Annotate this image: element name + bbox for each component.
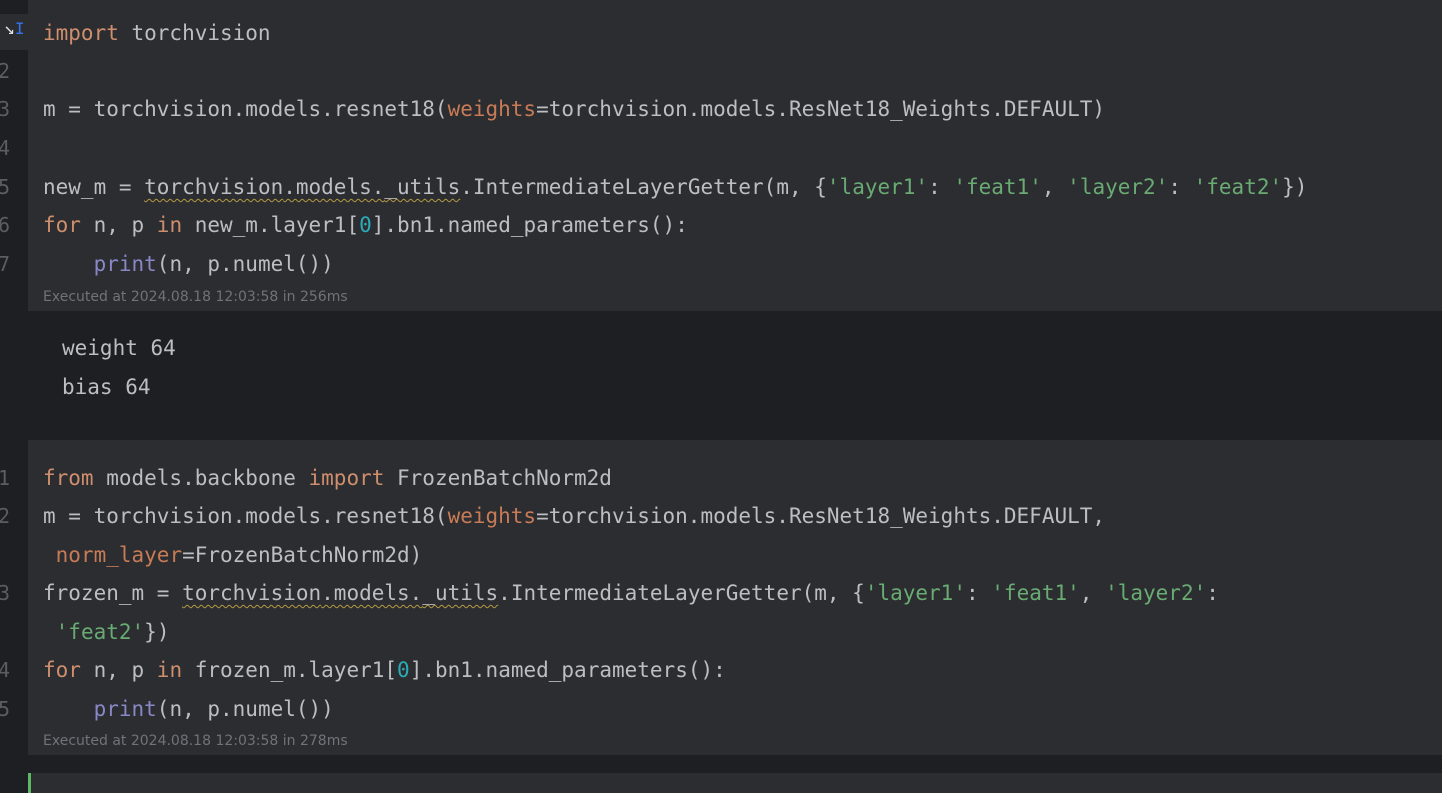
warning-text: .models. [283,175,385,199]
param-name: norm_layer [55,543,183,567]
execution-info: Executed at 2024.08.18 12:03:58 in 278ms [43,733,348,749]
cell-output-1 [28,311,1442,440]
code-text: , [1079,581,1106,605]
code-text: (n, p.numel()) [156,697,334,721]
code-text: }) [144,620,170,644]
code-text: }) [1282,175,1308,199]
active-cell-indicator [28,773,31,793]
code-line[interactable]: import torchvision [43,14,271,52]
string-literal: 'layer1' [864,581,966,605]
code-text: : [1168,175,1194,199]
keyword: for [43,658,81,682]
keyword: in [156,213,183,237]
code-text: m = torchvision.models.resnet18( [43,97,448,121]
string-literal: 'feat2' [55,620,145,644]
code-text: models.backbone [93,466,309,490]
code-text: =FrozenBatchNorm2d) [182,543,423,567]
code-line-wrapped[interactable]: norm_layer=FrozenBatchNorm2d) [43,536,423,574]
code-line[interactable]: for n, p in new_m.layer1[0].bn1.named_pa… [43,206,688,244]
code-text: : [928,175,954,199]
code-text: new_m.layer1[ [182,213,360,237]
keyword: from [43,466,94,490]
string-literal: 'layer1' [826,175,929,199]
code-text: torchvision [118,21,271,45]
code-text: FrozenBatchNorm2d [384,466,612,490]
code-text: .IntermediateLayerGetter(m, { [460,175,827,199]
code-line[interactable]: m = torchvision.models.resnet18(weights=… [43,497,1105,535]
code-line[interactable]: from models.backbone import FrozenBatchN… [43,459,612,497]
code-line[interactable]: m = torchvision.models.resnet18(weights=… [43,90,1105,128]
line-number: 2 [0,59,11,83]
line-number: 7 [0,252,11,276]
code-cell-3[interactable] [28,773,1442,793]
string-literal: 'feat2' [1193,175,1283,199]
code-text: (n, p.numel()) [156,252,334,276]
output-line: weight 64 [62,336,176,360]
code-text: n, p [80,213,157,237]
code-text: =torchvision.models.ResNet18_Weights.DEF… [536,97,1106,121]
code-text: new_m = [43,175,145,199]
code-text: , [1041,175,1068,199]
line-number: 2 [0,504,11,528]
code-line[interactable]: frozen_m = torchvision.models._utils.Int… [43,574,1219,612]
execution-info: Executed at 2024.08.18 12:03:58 in 256ms [43,289,348,305]
output-line: bias 64 [62,375,151,399]
param-name: weights [447,97,537,121]
param-name: weights [447,504,537,528]
string-literal: 'feat1' [953,175,1042,199]
expand-arrow-icon[interactable]: ↘ [4,18,15,39]
code-text: .IntermediateLayerGetter(m, { [498,581,865,605]
code-text: frozen_m = [43,581,183,605]
code-text: : [1206,581,1219,605]
string-literal: 'feat1' [991,581,1080,605]
builtin-function: print [93,252,157,276]
code-text: m = torchvision.models.resnet18( [43,504,448,528]
code-line[interactable]: new_m = torchvision.models._utils.Interm… [43,168,1307,206]
line-number: 4 [0,658,11,682]
line-number: 6 [0,213,11,237]
keyword: for [43,213,81,237]
warning-text: torchvision [182,581,322,605]
line-number: 3 [0,581,11,605]
line-number: 4 [0,136,11,160]
code-text: n, p [80,658,157,682]
code-line-wrapped[interactable]: 'feat2'}) [43,613,170,651]
keyword: in [156,658,183,682]
number-literal: 0 [397,658,410,682]
line-number: 5 [0,175,11,199]
code-text: ].bn1.named_parameters(): [371,213,688,237]
warning-text: _utils [384,175,461,199]
line-number: 1 [0,466,11,490]
text-cursor-icon: I [14,19,25,38]
keyword: import [308,466,385,490]
line-number: 3 [0,97,11,121]
code-line[interactable]: print(n, p.numel()) [43,690,334,728]
code-text: : [965,581,992,605]
number-literal: 0 [359,213,372,237]
warning-text: .models. [321,581,423,605]
code-text: frozen_m.layer1[ [182,658,398,682]
builtin-function: print [93,697,157,721]
line-number: 5 [0,697,11,721]
warning-text: _utils [422,581,499,605]
cell-toolbar-icon[interactable]: ↘I [0,14,34,50]
string-literal: 'layer2' [1067,175,1169,199]
code-line[interactable]: for n, p in frozen_m.layer1[0].bn1.named… [43,651,726,689]
string-literal: 'layer2' [1105,581,1207,605]
code-line[interactable]: print(n, p.numel()) [43,245,334,283]
warning-text: torchvision [144,175,284,199]
keyword: import [43,21,119,45]
code-text: =torchvision.models.ResNet18_Weights.DEF… [536,504,1106,528]
code-text: ].bn1.named_parameters(): [409,658,726,682]
